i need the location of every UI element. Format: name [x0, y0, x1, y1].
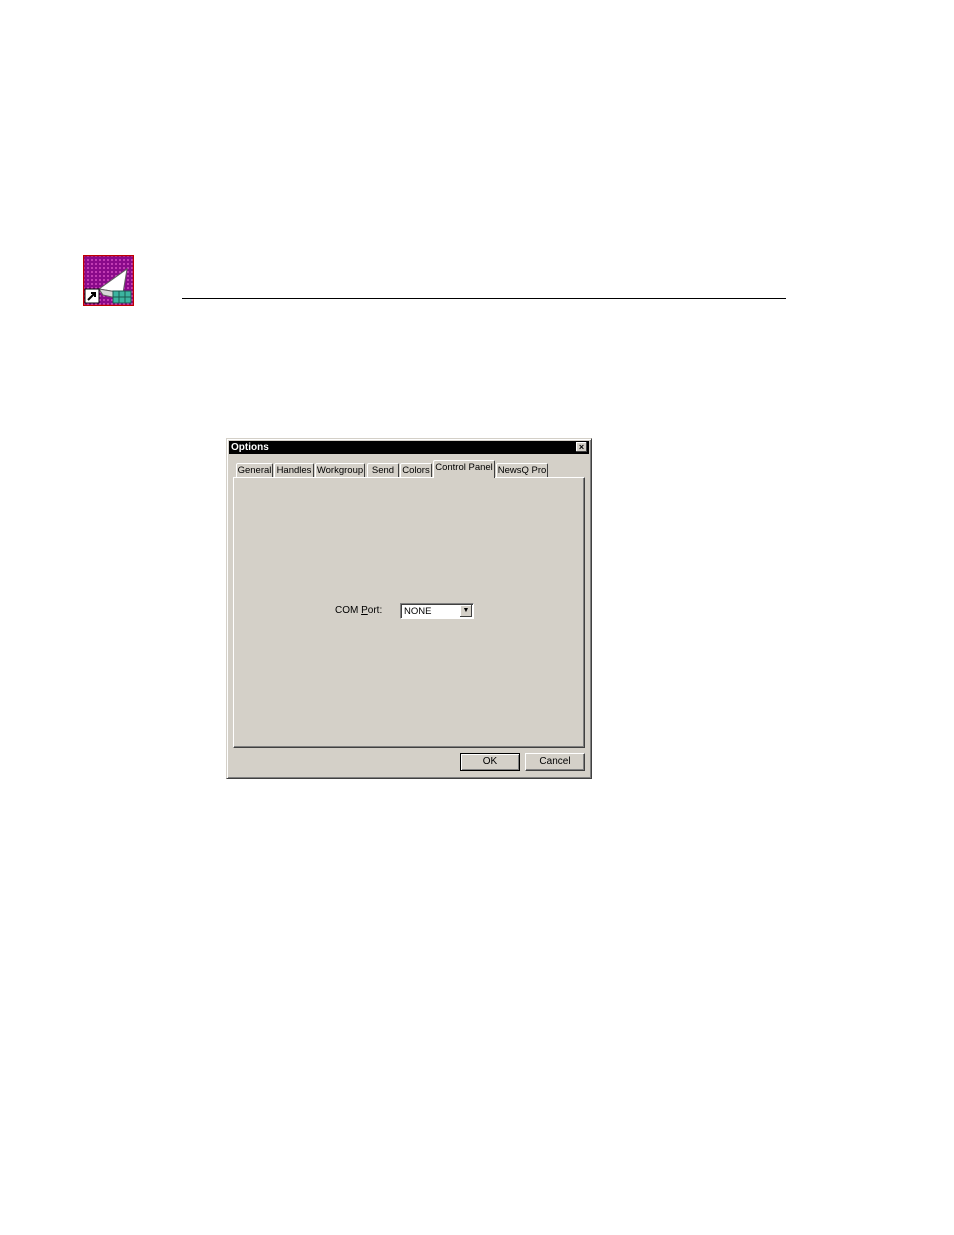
tab-workgroup[interactable]: Workgroup	[315, 463, 365, 477]
com-port-select[interactable]: NONE ▼	[400, 603, 474, 619]
com-port-label-access-key: P	[361, 605, 368, 616]
dialog-titlebar[interactable]: Options ×	[229, 441, 589, 454]
app-shortcut-icon	[82, 254, 135, 307]
options-dialog: Options × General Handles Workgroup Send…	[226, 438, 592, 779]
tab-handles[interactable]: Handles	[274, 463, 314, 477]
tab-send[interactable]: Send	[367, 463, 399, 477]
close-icon: ×	[578, 442, 585, 452]
com-port-value: NONE	[404, 606, 432, 617]
close-button[interactable]: ×	[576, 442, 587, 452]
ok-button[interactable]: OK	[460, 753, 520, 771]
control-panel-tab-panel: COM Port: NONE ▼	[233, 477, 585, 748]
cancel-button[interactable]: Cancel	[525, 753, 585, 771]
tab-newsq-pro[interactable]: NewsQ Pro	[496, 463, 548, 477]
header-rule	[182, 298, 786, 299]
chevron-down-icon[interactable]: ▼	[460, 605, 472, 617]
com-port-label: COM Port:	[335, 605, 382, 616]
tab-colors[interactable]: Colors	[400, 463, 432, 477]
dialog-title: Options	[231, 442, 269, 453]
com-port-label-prefix: COM	[335, 605, 362, 616]
tab-general[interactable]: General	[236, 463, 273, 477]
com-port-label-suffix: ort:	[367, 605, 383, 616]
tab-control-panel[interactable]: Control Panel	[433, 460, 495, 478]
